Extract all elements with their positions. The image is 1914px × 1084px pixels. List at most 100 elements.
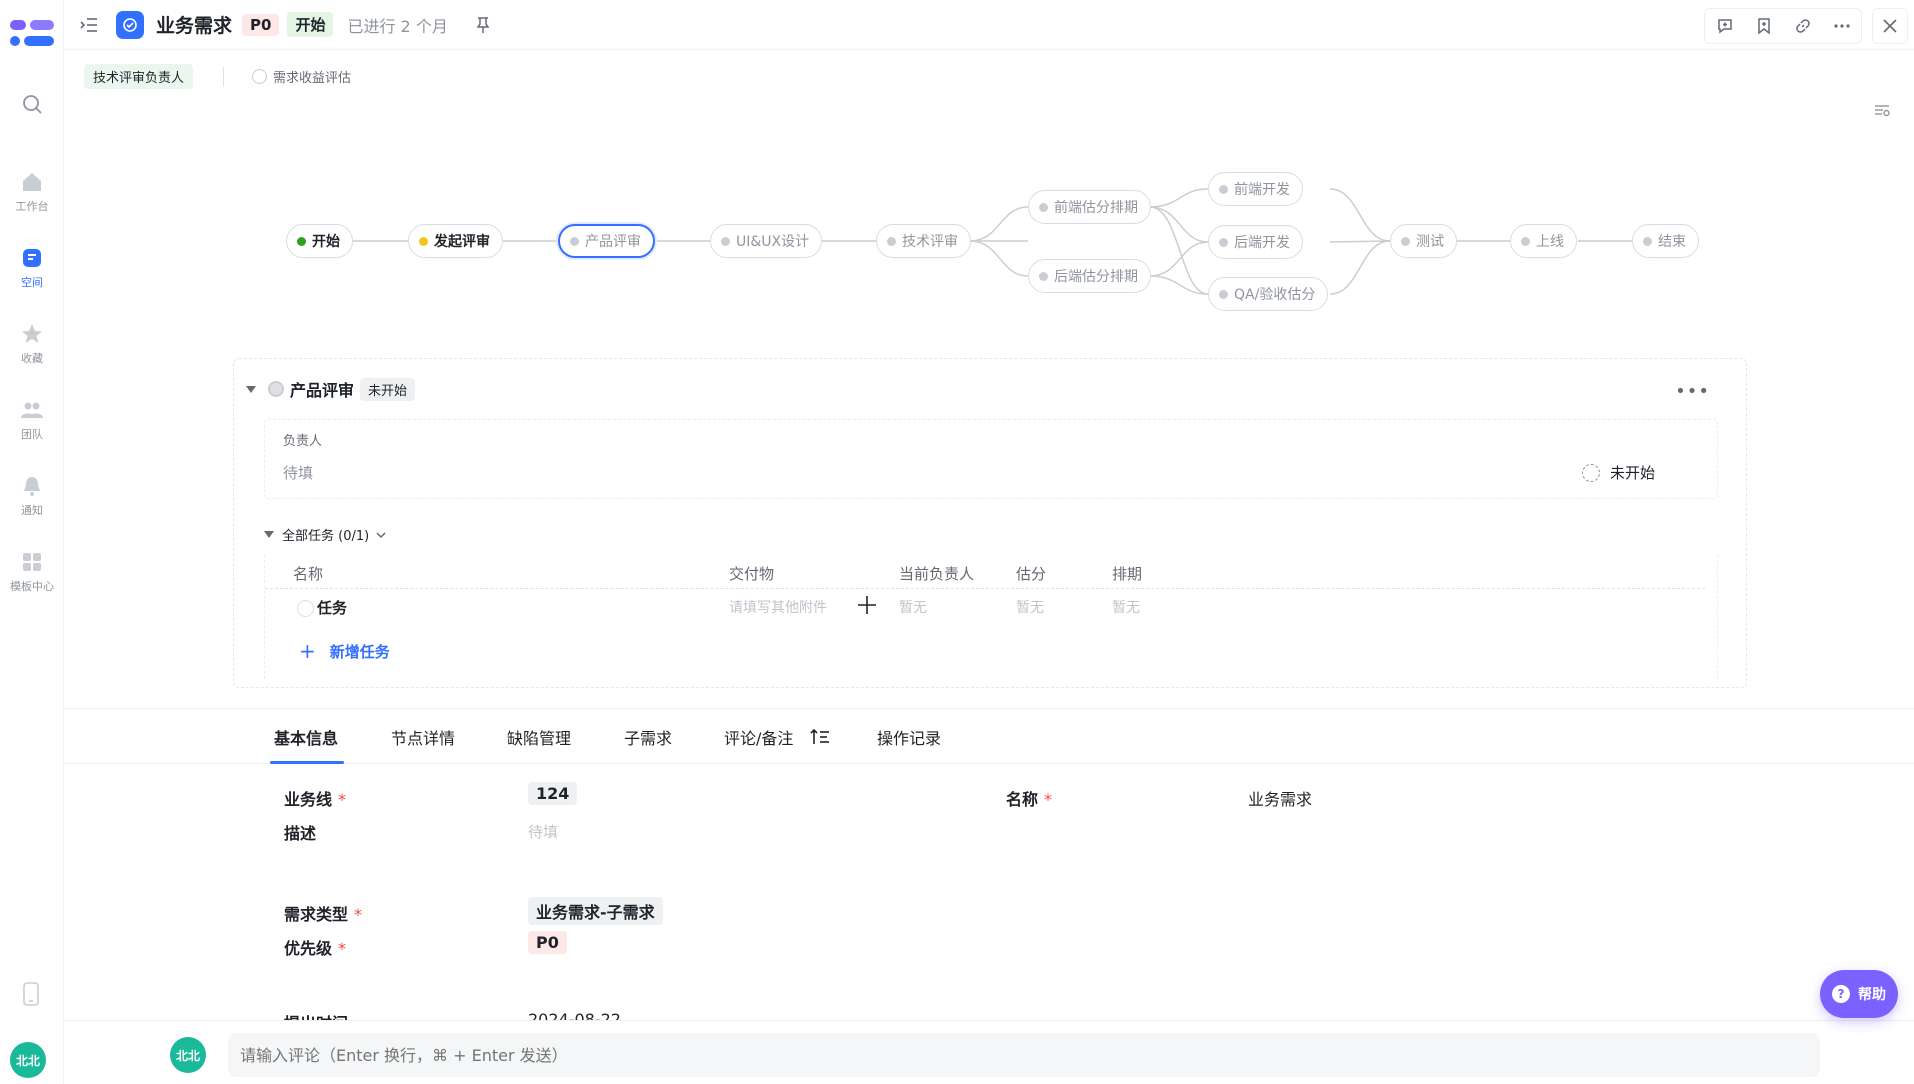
collapse-caret-icon [264, 531, 274, 538]
help-button[interactable]: ? 帮助 [1820, 970, 1898, 1018]
tab-basic-info[interactable]: 基本信息 [274, 725, 338, 749]
rail-workbench[interactable]: 工作台 [0, 170, 64, 214]
flow-node-fe-estimate[interactable]: 前端估分排期 [1028, 190, 1151, 224]
node-label: 结束 [1658, 234, 1686, 250]
node-panel-header[interactable]: 产品评审 未开始 [246, 377, 416, 401]
rail-templates[interactable]: 模板中心 [0, 550, 64, 594]
flow-node-fe-dev[interactable]: 前端开发 [1208, 172, 1303, 206]
business-line-value[interactable]: 124 [528, 782, 578, 805]
bookmark-action[interactable] [1744, 9, 1783, 43]
name-value[interactable]: 业务需求 [1248, 786, 1312, 810]
app-logo[interactable] [10, 18, 54, 50]
owner-field[interactable]: 待填 [283, 462, 313, 483]
flow-node-qa[interactable]: QA/验收估分 [1208, 277, 1329, 311]
node-label: UI&UX设计 [736, 234, 810, 250]
collapse-caret-icon[interactable] [246, 385, 256, 393]
req-type-value[interactable]: 业务需求-子需求 [528, 897, 663, 925]
flow-node-test[interactable]: 测试 [1390, 224, 1457, 258]
node-status-dot [570, 236, 579, 246]
reviewer-role-chip[interactable]: 技术评审负责人 [84, 64, 194, 89]
node-name: 产品评审 [290, 381, 355, 400]
task-table-header: 名称 交付物 当前负责人 估分 排期 [265, 555, 1705, 589]
tab-comments[interactable]: 评论/备注 [724, 725, 793, 749]
tab-node-details[interactable]: 节点详情 [391, 725, 455, 749]
user-avatar[interactable]: 北北 [10, 1042, 46, 1078]
node-status-dot [1219, 237, 1228, 247]
link-icon [1795, 19, 1810, 33]
benefit-eval-radio[interactable] [252, 69, 268, 84]
close-button[interactable] [1872, 8, 1908, 44]
task-name[interactable]: 任务 [317, 597, 347, 618]
pin-icon[interactable] [474, 16, 492, 34]
header-actions [1704, 8, 1862, 44]
sidebar-toggle-icon[interactable] [78, 14, 100, 36]
rail-notifications[interactable]: 通知 [0, 474, 64, 518]
more-action[interactable] [1822, 9, 1861, 43]
label-text: 业务线 [284, 790, 333, 809]
tab-defects[interactable]: 缺陷管理 [507, 725, 571, 749]
mobile-icon[interactable] [20, 982, 42, 1006]
page-title[interactable]: 业务需求 [156, 11, 232, 38]
rail-label: 模板中心 [10, 580, 54, 593]
flow-node-be-dev[interactable]: 后端开发 [1208, 225, 1303, 259]
flow-node-launch[interactable]: 上线 [1510, 224, 1577, 258]
task-owner[interactable]: 暂无 [899, 597, 927, 617]
created-value[interactable]: 2024-08-22 [528, 1010, 621, 1020]
task-schedule[interactable]: 暂无 [1112, 597, 1140, 617]
comment-input[interactable] [228, 1033, 1820, 1077]
priority-value[interactable]: P0 [528, 931, 567, 954]
view-settings-icon[interactable] [1872, 100, 1892, 120]
owner-state[interactable]: 未开始 [1581, 462, 1655, 483]
bookmark-icon [1757, 18, 1770, 35]
node-status-dot [887, 236, 896, 246]
flow-node-initiate-review[interactable]: 发起评审 [408, 224, 503, 258]
rail-label: 团队 [21, 428, 43, 441]
flow-node-uiux-design[interactable]: UI&UX设计 [710, 224, 823, 258]
chat-add-icon [1717, 19, 1732, 34]
owner-section: 负责人 待填 未开始 [264, 419, 1718, 499]
flow-node-product-review[interactable]: 产品评审 [558, 224, 655, 258]
rail-space[interactable]: 空间 [0, 246, 64, 290]
priority-badge[interactable]: P0 [242, 13, 280, 36]
chevron-down-icon [376, 531, 386, 538]
star-icon [22, 324, 42, 343]
add-task-label: 新增任务 [329, 642, 390, 661]
node-status-dot [419, 236, 428, 246]
benefit-eval-label[interactable]: 需求收益评估 [273, 67, 351, 86]
tab-sub-requirements[interactable]: 子需求 [624, 725, 672, 749]
crosshair-cursor-icon [858, 596, 876, 614]
rail-label: 通知 [21, 504, 43, 517]
divider [223, 66, 225, 87]
table-row[interactable]: 任务 请填写其他附件 暂无 暂无 暂无 [265, 589, 1705, 627]
rail-team[interactable]: 团队 [0, 398, 64, 442]
task-estimate[interactable]: 暂无 [1016, 597, 1044, 617]
flow-node-start[interactable]: 开始 [286, 224, 353, 258]
rail-search[interactable] [0, 92, 64, 120]
owner-label: 负责人 [283, 434, 323, 449]
stage-badge[interactable]: 开始 [287, 12, 334, 37]
flow-node-tech-review[interactable]: 技术评审 [876, 224, 971, 258]
required-mark: * [1044, 790, 1053, 809]
flow-node-be-estimate[interactable]: 后端估分排期 [1028, 259, 1151, 293]
panel-more-icon[interactable]: ••• [1675, 381, 1710, 402]
task-checkbox[interactable] [297, 600, 314, 617]
rail-favorites[interactable]: 收藏 [0, 322, 64, 366]
flow-node-end[interactable]: 结束 [1632, 224, 1699, 258]
comment-action[interactable] [1705, 9, 1744, 43]
tab-activity-log[interactable]: 操作记录 [877, 725, 941, 749]
description-field[interactable]: 待填 [528, 821, 558, 842]
node-detail-panel: 产品评审 未开始 ••• 负责人 待填 未开始 全部任务 (0/1) 名称 交付… [233, 358, 1747, 688]
field-label-priority: 优先级 * [284, 935, 346, 959]
node-label: 前端估分排期 [1054, 200, 1138, 216]
tasks-toggle[interactable]: 全部任务 (0/1) [264, 525, 387, 544]
node-label: 后端估分排期 [1054, 269, 1138, 285]
task-deliverable[interactable]: 请填写其他附件 [729, 597, 827, 617]
node-label: 产品评审 [585, 234, 641, 250]
role-row: 技术评审负责人 需求收益评估 [84, 64, 351, 89]
top-bar: 业务需求 P0 开始 已进行 2 个月 [64, 0, 1914, 50]
add-task-button[interactable]: + 新增任务 [299, 639, 390, 663]
home-icon [23, 173, 41, 191]
business-line-chip: 124 [528, 782, 578, 805]
copy-link-action[interactable] [1783, 9, 1822, 43]
sort-icon[interactable] [810, 728, 830, 746]
